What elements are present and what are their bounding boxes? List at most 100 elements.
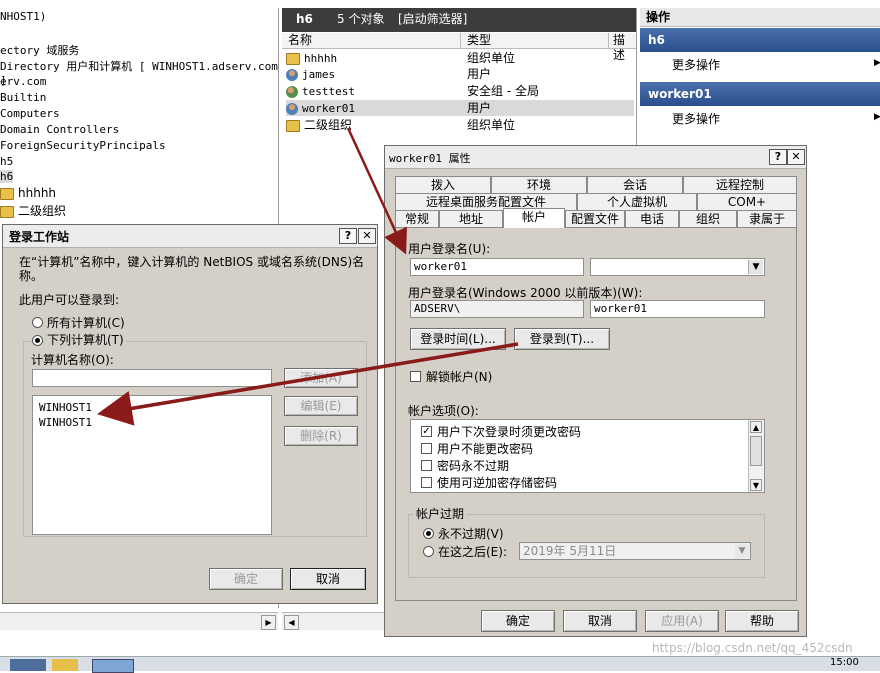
option-checkbox[interactable]	[421, 443, 432, 454]
tree-item[interactable]: ForeignSecurityPrincipals	[0, 139, 166, 152]
actions-section-worker01[interactable]: worker01	[640, 82, 880, 106]
tab-remote-control[interactable]: 远程控制	[683, 176, 797, 193]
row-type: 组织单位	[467, 51, 516, 65]
tab-com-plus[interactable]: COM+	[697, 193, 797, 210]
object-count: 5 个对象	[337, 12, 385, 26]
all-computers-radio[interactable]	[32, 317, 43, 328]
expiry-date-picker[interactable]: 2019年 5月11日 ▼	[519, 542, 751, 560]
folder-name: h6	[296, 12, 313, 26]
column-type[interactable]: 类型	[460, 33, 491, 48]
edit-button[interactable]: 编辑(E)	[284, 396, 358, 416]
following-computers-radio[interactable]	[32, 335, 43, 346]
computers-list[interactable]: WINHOST1 WINHOST1	[32, 395, 272, 535]
cancel-button[interactable]: 取消	[563, 610, 637, 632]
help-title-button[interactable]: ?	[339, 228, 357, 244]
list-row-selected[interactable]: worker01 用户	[286, 100, 634, 116]
apply-button[interactable]: 应用(A)	[645, 610, 719, 632]
dropdown-arrow-icon[interactable]: ▼	[748, 260, 763, 274]
option-checkbox[interactable]	[421, 477, 432, 488]
logon-hours-button[interactable]: 登录时间(L)...	[410, 328, 506, 350]
tab-address[interactable]: 地址	[439, 210, 503, 227]
tree-item[interactable]: NHOST1)	[0, 10, 46, 23]
tree-item[interactable]: Builtin	[0, 91, 46, 104]
tree-item-label: 二级组织	[18, 204, 67, 218]
add-button[interactable]: 添加(A)	[284, 368, 358, 388]
logon-name-field[interactable]: worker01	[410, 258, 584, 276]
tree-item[interactable]: h5	[0, 155, 13, 168]
scroll-down-arrow-icon[interactable]: ▼	[750, 479, 762, 491]
tab-organization[interactable]: 组织	[679, 210, 737, 227]
logon-name-label: 用户登录名(U):	[408, 242, 491, 256]
tab-personal-vm[interactable]: 个人虚拟机	[577, 193, 697, 210]
list-row[interactable]: 二级组织 组织单位	[286, 117, 626, 133]
more-actions-link[interactable]: 更多操作	[672, 110, 720, 127]
tree-item-selected[interactable]: h6	[0, 170, 14, 183]
tab-sessions[interactable]: 会话	[587, 176, 683, 193]
scroll-up-arrow-icon[interactable]: ▲	[750, 421, 762, 433]
option-label: 用户下次登录时须更改密码	[437, 425, 582, 439]
column-name[interactable]: 名称	[288, 33, 312, 48]
tab-member-of[interactable]: 隶属于	[737, 210, 797, 227]
dropdown-arrow-icon[interactable]: ▼	[735, 544, 749, 558]
option-label: 用户不能更改密码	[437, 442, 534, 456]
end-of-label: 在这之后(E):	[438, 545, 507, 559]
option-checkbox[interactable]	[421, 460, 432, 471]
never-radio[interactable]	[423, 528, 434, 539]
actions-title: 操作	[640, 8, 880, 27]
properties-titlebar[interactable]: worker01 属性 ? ✕	[385, 146, 806, 169]
more-actions-link[interactable]: 更多操作	[672, 56, 720, 73]
actions-section-h6[interactable]: h6	[640, 28, 880, 52]
expires-group-label: 帐户过期	[414, 507, 467, 521]
close-title-button[interactable]: ✕	[787, 149, 805, 165]
expiry-date-value: 2019年 5月11日	[523, 544, 617, 558]
start-button[interactable]	[10, 659, 46, 671]
computer-name-input[interactable]	[32, 369, 272, 387]
account-options-list[interactable]: ✓ 用户下次登录时须更改密码 用户不能更改密码 密码永不过期 使用可逆加密存储密…	[410, 419, 765, 493]
tree-item[interactable]: Domain Controllers	[0, 123, 119, 136]
logon-workstations-dialog: 登录工作站 ? ✕ 在“计算机”名称中，键入计算机的 NetBIOS 或域名系统…	[2, 224, 378, 604]
cancel-button[interactable]: 取消	[290, 568, 366, 590]
explorer-taskbar-icon[interactable]	[52, 659, 78, 671]
scroll-right-arrow-icon[interactable]: ▶	[261, 615, 276, 630]
tab-telephones[interactable]: 电话	[625, 210, 679, 227]
watermark: https://blog.csdn.net/qq_452csdn	[652, 641, 853, 655]
tree-item[interactable]: ectory 域服务	[0, 42, 79, 58]
tree-item[interactable]: erv.com	[0, 75, 46, 88]
scroll-thumb[interactable]	[750, 436, 762, 466]
tab-dialin[interactable]: 拨入	[395, 176, 491, 193]
tab-profile[interactable]: 配置文件	[565, 210, 625, 227]
pre2000-name-field[interactable]: worker01	[590, 300, 765, 318]
tab-general[interactable]: 常规	[395, 210, 439, 227]
scroll-left-arrow-icon[interactable]: ◀	[284, 615, 299, 630]
active-taskbar-app[interactable]	[92, 659, 134, 673]
tree-item[interactable]: hhhhh	[0, 186, 56, 200]
row-name: testtest	[302, 85, 355, 98]
tab-environment[interactable]: 环境	[491, 176, 587, 193]
option-checkbox[interactable]: ✓	[421, 426, 432, 437]
list-row[interactable]: james 用户	[286, 66, 626, 82]
tree-hscrollbar[interactable]: ▶	[0, 612, 278, 630]
pre2000-label: 用户登录名(Windows 2000 以前版本)(W):	[408, 286, 643, 300]
logon-ws-titlebar[interactable]: 登录工作站 ? ✕	[3, 225, 377, 248]
list-row[interactable]: testtest 安全组 - 全局	[286, 83, 626, 99]
tab-account[interactable]: 帐户	[503, 208, 565, 228]
tree-item[interactable]: Computers	[0, 107, 60, 120]
list-item[interactable]: WINHOST1	[39, 416, 92, 429]
upn-suffix-select[interactable]: ▼	[590, 258, 765, 276]
tree-item[interactable]: 二级组织	[0, 202, 66, 219]
list-row[interactable]: hhhhh 组织单位	[286, 50, 626, 66]
end-of-radio[interactable]	[423, 546, 434, 557]
unlock-checkbox[interactable]	[410, 371, 421, 382]
clock: 15:00	[830, 657, 859, 668]
help-button[interactable]: 帮助	[725, 610, 799, 632]
domain-field: ADSERV\	[410, 300, 584, 318]
ok-button[interactable]: 确定	[209, 568, 283, 590]
options-scrollbar[interactable]: ▲ ▼	[748, 420, 764, 492]
list-item[interactable]: WINHOST1	[39, 401, 92, 414]
remove-button[interactable]: 删除(R)	[284, 426, 358, 446]
logon-to-button[interactable]: 登录到(T)...	[514, 328, 610, 350]
help-title-button[interactable]: ?	[769, 149, 787, 165]
column-description[interactable]: 描述	[608, 33, 636, 62]
ok-button[interactable]: 确定	[481, 610, 555, 632]
close-title-button[interactable]: ✕	[358, 228, 376, 244]
